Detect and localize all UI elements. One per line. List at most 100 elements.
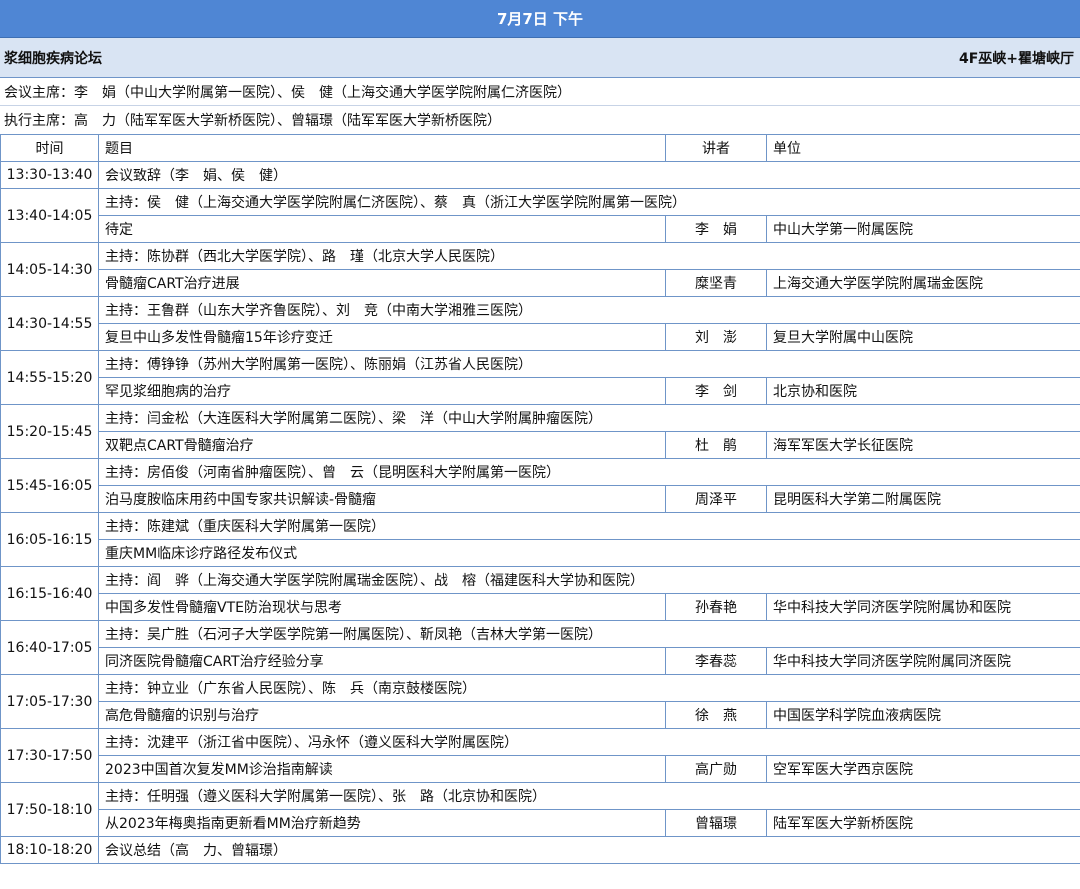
table-row: 泊马度胺临床用药中国专家共识解读-骨髓瘤 周泽平 昆明医科大学第二附属医院 [1, 485, 1080, 513]
table-row: 待定李 娟中山大学第一附属医院 [1, 215, 1080, 243]
session-time: 13:30-13:40 [0, 161, 99, 189]
forum-bar: 浆细胞疾病论坛 4F巫峡+瞿塘峡厅 [0, 38, 1080, 78]
session-time: 14:05-14:30 [0, 242, 99, 297]
table-row: 2023中国首次复发MM诊治指南解读 高广勋 空军军医大学西京医院 [1, 755, 1080, 783]
talk-unit: 华中科技大学同济医学院附属同济医院 [766, 647, 1080, 675]
talk-unit: 中国医学科学院血液病医院 [766, 701, 1080, 729]
session-host: 主持：王鲁群（山东大学齐鲁医院）、刘 竞（中南大学湘雅三医院） [98, 296, 1080, 324]
session-time: 16:15-16:40 [0, 566, 99, 621]
talk-speaker: 周泽平 [665, 485, 767, 513]
talk-unit: 华中科技大学同济医学院附属协和医院 [766, 593, 1080, 621]
table-row: 13:30-13:40 会议致辞（李 娟、侯 健） [0, 161, 1080, 189]
table-row: 17:50-18:10 主持：任明强（遵义医科大学附属第一医院）、张 路（北京协和… [0, 782, 1080, 837]
schedule-table: 时间 题目 讲者 单位 13:30-13:40 会议致辞（李 娟、侯 健） 13… [0, 134, 1080, 864]
talk-speaker: 高广勋 [665, 755, 767, 783]
session-text: 会议致辞（李 娟、侯 健） [98, 161, 1080, 189]
table-row: 中国多发性骨髓瘤VTE防治现状与思考 孙春艳 华中科技大学同济医学院附属协和医院 [1, 593, 1080, 621]
table-row: 13:40-14:05 主持：侯 健（上海交通大学医学院附属仁济医院）、蔡 真（浙… [0, 188, 1080, 243]
table-row: 15:45-16:05 主持：房佰俊（河南省肿瘤医院）、曾 云（昆明医科大学附属第… [0, 458, 1080, 513]
talk-speaker: 孙春艳 [665, 593, 767, 621]
table-row: 从2023年梅奥指南更新看MM治疗新趋势 曾辐璟 陆军军医大学新桥医院 [1, 809, 1080, 837]
session-host: 主持：闫金松（大连医科大学附属第二医院）、梁 洋（中山大学附属肿瘤医院） [98, 404, 1080, 432]
session-time: 17:30-17:50 [0, 728, 99, 783]
talk-title: 重庆MM临床诊疗路径发布仪式 [98, 539, 1080, 567]
session-host: 主持：陈建斌（重庆医科大学附属第一医院） [98, 512, 1080, 540]
session-text: 会议总结（高 力、曾辐璟） [98, 836, 1080, 864]
talk-unit: 上海交通大学医学院附属瑞金医院 [766, 269, 1080, 297]
talk-speaker: 李 娟 [665, 215, 767, 243]
executive-chair: 执行主席：高 力（陆军军医大学新桥医院）、曾辐璟（陆军军医大学新桥医院） [4, 113, 501, 129]
table-row: 复旦中山多发性骨髓瘤15年诊疗变迁刘 澎复旦大学附属中山医院 [1, 323, 1080, 351]
forum-room: 4F巫峡+瞿塘峡厅 [958, 50, 1074, 67]
talk-title: 骨髓瘤CART治疗进展 [98, 269, 666, 297]
column-header-speaker: 讲者 [665, 134, 767, 162]
table-row: 14:55-15:20 主持：傅铮铮（苏州大学附属第一医院）、陈丽娟（江苏省人民医… [0, 350, 1080, 405]
talk-unit: 北京协和医院 [766, 377, 1080, 405]
session-host: 主持：沈建平（浙江省中医院）、冯永怀（遵义医科大学附属医院） [98, 728, 1080, 756]
talk-title: 复旦中山多发性骨髓瘤15年诊疗变迁 [98, 323, 666, 351]
talk-speaker: 杜 鹃 [665, 431, 767, 459]
talk-title: 2023中国首次复发MM诊治指南解读 [98, 755, 666, 783]
session-time: 13:40-14:05 [0, 188, 99, 243]
session-host: 主持：钟立业（广东省人民医院）、陈 兵（南京鼓楼医院） [98, 674, 1080, 702]
table-row: 16:05-16:15 主持：陈建斌（重庆医科大学附属第一医院） [0, 512, 1080, 567]
talk-speaker: 李春蕊 [665, 647, 767, 675]
table-row: 同济医院骨髓瘤CART治疗经验分享 李春蕊 华中科技大学同济医学院附属同济医院 [1, 647, 1080, 675]
talk-title: 泊马度胺临床用药中国专家共识解读-骨髓瘤 [98, 485, 666, 513]
talk-title: 中国多发性骨髓瘤VTE防治现状与思考 [98, 593, 666, 621]
talk-speaker: 徐 燕 [665, 701, 767, 729]
session-host: 主持：任明强（遵义医科大学附属第一医院）、张 路（北京协和医院） [98, 782, 1080, 810]
session-time: 17:05-17:30 [0, 674, 99, 729]
talk-speaker: 曾辐璟 [665, 809, 767, 837]
talk-unit: 昆明医科大学第二附属医院 [766, 485, 1080, 513]
date-header: 7月7日 下午 [0, 0, 1080, 38]
column-header-title: 题目 [98, 134, 666, 162]
talk-title: 待定 [98, 215, 666, 243]
session-time: 14:55-15:20 [0, 350, 99, 405]
column-header-time: 时间 [0, 134, 99, 162]
conference-chair: 会议主席：李 娟（中山大学附属第一医院）、侯 健（上海交通大学医学院附属仁济医院… [0, 78, 1080, 106]
session-host: 主持：傅铮铮（苏州大学附属第一医院）、陈丽娟（江苏省人民医院） [98, 350, 1080, 378]
session-host: 主持：侯 健（上海交通大学医学院附属仁济医院）、蔡 真（浙江大学医学院附属第一医… [98, 188, 1080, 216]
session-host: 主持：房佰俊（河南省肿瘤医院）、曾 云（昆明医科大学附属第一医院） [98, 458, 1080, 486]
talk-unit: 海军军医大学长征医院 [766, 431, 1080, 459]
talk-unit: 空军军医大学西京医院 [766, 755, 1080, 783]
talk-unit: 中山大学第一附属医院 [766, 215, 1080, 243]
table-header-row: 时间 题目 讲者 单位 [0, 134, 1080, 162]
table-row: 18:10-18:20 会议总结（高 力、曾辐璟） [0, 836, 1080, 864]
talk-unit: 复旦大学附属中山医院 [766, 323, 1080, 351]
table-row: 15:20-15:45 主持：闫金松（大连医科大学附属第二医院）、梁 洋（中山大学… [0, 404, 1080, 459]
session-host: 主持：陈协群（西北大学医学院）、路 瑾（北京大学人民医院） [98, 242, 1080, 270]
session-time: 16:40-17:05 [0, 620, 99, 675]
table-row: 16:40-17:05 主持：吴广胜（石河子大学医学院第一附属医院）、靳凤艳（吉林… [0, 620, 1080, 675]
session-host: 主持：阎 骅（上海交通大学医学院附属瑞金医院）、战 榕（福建医科大学协和医院） [98, 566, 1080, 594]
talk-title: 罕见浆细胞病的治疗 [98, 377, 666, 405]
date-title: 7月7日 下午 [496, 10, 584, 28]
forum-name: 浆细胞疾病论坛 [4, 50, 102, 67]
column-header-unit: 单位 [766, 134, 1080, 162]
table-row: 骨髓瘤CART治疗进展 糜坚青 上海交通大学医学院附属瑞金医院 [1, 269, 1080, 297]
table-row: 17:30-17:50 主持：沈建平（浙江省中医院）、冯永怀（遵义医科大学附属医院… [0, 728, 1080, 783]
table-row: 双靶点CART骨髓瘤治疗杜 鹃海军军医大学长征医院 [1, 431, 1080, 459]
table-row: 17:05-17:30 主持：钟立业（广东省人民医院）、陈 兵（南京鼓楼医院） [0, 674, 1080, 729]
talk-speaker: 糜坚青 [665, 269, 767, 297]
table-row: 14:05-14:30 主持：陈协群（西北大学医学院）、路 瑾（北京大学人民医院） [0, 242, 1080, 297]
talk-title: 从2023年梅奥指南更新看MM治疗新趋势 [98, 809, 666, 837]
session-time: 16:05-16:15 [0, 512, 99, 567]
session-time: 18:10-18:20 [0, 836, 99, 864]
session-host: 主持：吴广胜（石河子大学医学院第一附属医院）、靳凤艳（吉林大学第一医院） [98, 620, 1080, 648]
table-row: 高危骨髓瘤的识别与治疗徐 燕中国医学科学院血液病医院 [1, 701, 1080, 729]
talk-speaker: 刘 澎 [665, 323, 767, 351]
table-row: 罕见浆细胞病的治疗李 剑北京协和医院 [1, 377, 1080, 405]
table-row: 16:15-16:40 主持：阎 骅（上海交通大学医学院附属瑞金医院）、战 榕（福… [0, 566, 1080, 621]
table-row: 重庆MM临床诊疗路径发布仪式 [1, 539, 1080, 567]
talk-speaker: 李 剑 [665, 377, 767, 405]
table-row: 14:30-14:55 主持：王鲁群（山东大学齐鲁医院）、刘 竞（中南大学湘雅三医… [0, 296, 1080, 351]
talk-title: 高危骨髓瘤的识别与治疗 [98, 701, 666, 729]
talk-unit: 陆军军医大学新桥医院 [766, 809, 1080, 837]
talk-title: 同济医院骨髓瘤CART治疗经验分享 [98, 647, 666, 675]
session-time: 15:20-15:45 [0, 404, 99, 459]
talk-title: 双靶点CART骨髓瘤治疗 [98, 431, 666, 459]
session-time: 14:30-14:55 [0, 296, 99, 351]
session-time: 15:45-16:05 [0, 458, 99, 513]
